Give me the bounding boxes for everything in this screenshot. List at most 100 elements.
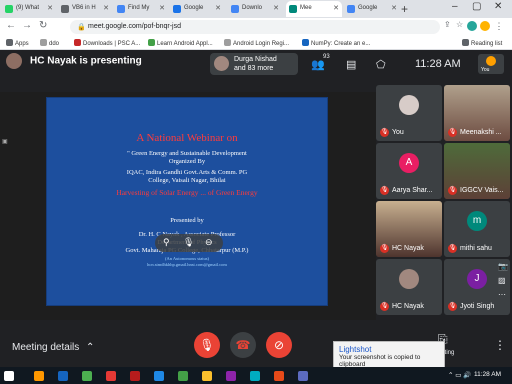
mic-off-icon: 🎙: [380, 186, 389, 195]
bookmark-downloads-psc[interactable]: Downloads | PSC A...: [74, 39, 140, 47]
tab-find-my[interactable]: Find My ✕: [114, 1, 168, 17]
participant-tile[interactable]: m 🎙 mithi sahu: [444, 201, 510, 257]
participant-tile[interactable]: 🎙 Meenakshi ...: [444, 85, 510, 141]
image-icon[interactable]: ▨: [498, 274, 508, 288]
bookmark-numpy[interactable]: NumPy: Create an e...: [302, 39, 370, 47]
google-icon: [347, 5, 355, 13]
taskbar-clock: 11:28 AM: [474, 371, 501, 378]
mute-presenter-icon[interactable]: 🎙: [183, 237, 194, 248]
chrome-icon[interactable]: [82, 371, 92, 381]
mic-toggle-button[interactable]: 🎙: [194, 332, 220, 358]
avatar: A: [399, 153, 419, 173]
tab-meet[interactable]: Mee ✕: [286, 1, 342, 17]
tab-vb6[interactable]: VB6 in H ✕: [58, 1, 112, 17]
file-explorer-icon[interactable]: [34, 371, 44, 381]
remove-icon[interactable]: ⊖: [205, 237, 213, 248]
google-icon: [173, 5, 181, 13]
new-tab-button[interactable]: +: [401, 2, 408, 16]
reload-icon[interactable]: ↻: [39, 20, 47, 31]
tab-whatsapp[interactable]: (9) What ✕: [2, 1, 56, 17]
excel-icon[interactable]: [178, 371, 188, 381]
close-window-button[interactable]: ✕: [494, 1, 502, 12]
page-icon: [117, 5, 125, 13]
join-notification: Durga Nishad and 83 more: [210, 53, 298, 75]
system-tray-icons[interactable]: ⌃ ▭ 🔊: [448, 371, 471, 379]
forward-icon[interactable]: →: [22, 20, 32, 31]
bookmark-learn-android[interactable]: Learn Android Appl...: [148, 39, 213, 47]
address-bar-row: ← → ↻ 🔒 meet.google.com/pof-bnqr-jsd ⇪ ☆: [0, 18, 512, 36]
more-options-icon[interactable]: ⋯: [498, 288, 508, 302]
close-tab-icon[interactable]: ✕: [47, 4, 53, 12]
mic-off-icon: 🎙: [380, 302, 389, 311]
pin-icon[interactable]: ⚲: [163, 237, 170, 248]
profile-avatar[interactable]: [480, 21, 490, 31]
participant-count: 93: [323, 54, 330, 60]
bookmark-ddo[interactable]: ddo: [40, 39, 59, 47]
pdf-icon[interactable]: [130, 371, 140, 381]
bookmark-android-login[interactable]: Android Login Regi...: [224, 39, 289, 47]
star-icon[interactable]: ☆: [456, 20, 463, 29]
close-tab-icon[interactable]: ✕: [391, 4, 397, 12]
presenter-banner: HC Nayak is presenting: [6, 53, 142, 69]
leave-call-button[interactable]: ☎: [230, 332, 256, 358]
reading-list[interactable]: Reading list: [462, 39, 502, 47]
tab-google-2[interactable]: Google ✕: [344, 1, 400, 17]
slide-presented-by: Presented by: [170, 217, 204, 224]
share-icon[interactable]: ⇪: [444, 20, 451, 29]
shared-screen: ▣ A National Webinar on " Green Energy a…: [0, 92, 376, 332]
bookmarks-bar: Apps ddo Downloads | PSC A... Learn Andr…: [0, 36, 512, 50]
close-tab-icon[interactable]: ✕: [333, 4, 339, 12]
lightshot-notification[interactable]: Lightshot Your screenshot is copied to c…: [333, 341, 445, 368]
app-icon[interactable]: [106, 371, 116, 381]
app-icon[interactable]: [274, 371, 284, 381]
more-options-icon[interactable]: ⋮: [494, 338, 506, 352]
start-icon[interactable]: [4, 371, 14, 381]
participant-tile[interactable]: 🎙 HC Nayak: [376, 259, 442, 315]
presenter-avatar: [6, 53, 22, 69]
download-icon: [231, 5, 239, 13]
windows-taskbar: ⌃ ▭ 🔊 11:28 AM: [0, 367, 512, 384]
close-tab-icon[interactable]: ✕: [273, 4, 279, 12]
app-icon[interactable]: [202, 371, 212, 381]
mic-off-icon: 🎙: [448, 302, 457, 311]
mic-off-icon: 🎙: [380, 128, 389, 137]
chevron-up-icon: ⌃: [86, 342, 95, 353]
avatar: [399, 269, 419, 289]
maximize-button[interactable]: ▢: [472, 1, 481, 12]
avatar: J: [467, 269, 487, 289]
tab-google-1[interactable]: Google ✕: [170, 1, 224, 17]
participant-tile[interactable]: 🎙 IGGCV Vais...: [444, 143, 510, 199]
slide-organized-by: Organized By: [168, 158, 206, 165]
participant-tile[interactable]: 🎙 HC Nayak: [376, 201, 442, 257]
app-icon[interactable]: [250, 371, 260, 381]
avatar: m: [467, 211, 487, 231]
app-icon[interactable]: [298, 371, 308, 381]
close-tab-icon[interactable]: ✕: [159, 4, 165, 12]
app-icon[interactable]: [58, 371, 68, 381]
minimize-button[interactable]: –: [452, 1, 458, 12]
meeting-clock: 11:28 AM: [415, 58, 461, 70]
close-tab-icon[interactable]: ✕: [103, 4, 109, 12]
mic-off-icon: 🎙: [448, 128, 457, 137]
participant-tile[interactable]: 🎙 You: [376, 85, 442, 141]
close-tab-icon[interactable]: ✕: [215, 4, 221, 12]
camera-icon[interactable]: 📷: [498, 260, 508, 274]
extension-icon[interactable]: [467, 21, 477, 31]
camera-toggle-button[interactable]: ⊘: [266, 332, 292, 358]
mic-off-icon: 🎙: [380, 244, 389, 253]
back-icon[interactable]: ←: [6, 20, 16, 31]
apps-grid-icon: [6, 39, 13, 46]
url-field[interactable]: 🔒 meet.google.com/pof-bnqr-jsd: [70, 20, 440, 34]
activities-icon[interactable]: ⬠: [376, 58, 386, 71]
tab-downloads[interactable]: Downlo ✕: [228, 1, 282, 17]
app-icon[interactable]: [226, 371, 236, 381]
meeting-details-button[interactable]: Meeting details ⌃: [12, 342, 94, 353]
participant-tile[interactable]: A 🎙 Aarya Shar...: [376, 143, 442, 199]
menu-icon[interactable]: ⋮: [494, 21, 504, 31]
self-view[interactable]: You: [478, 54, 504, 74]
word-icon[interactable]: [154, 371, 164, 381]
chat-icon[interactable]: ▤: [346, 58, 356, 71]
meet-window: HC Nayak is presenting Durga Nishad and …: [0, 50, 512, 366]
bookmark-apps[interactable]: Apps: [6, 39, 29, 47]
mic-off-icon: 🎙: [448, 244, 457, 253]
